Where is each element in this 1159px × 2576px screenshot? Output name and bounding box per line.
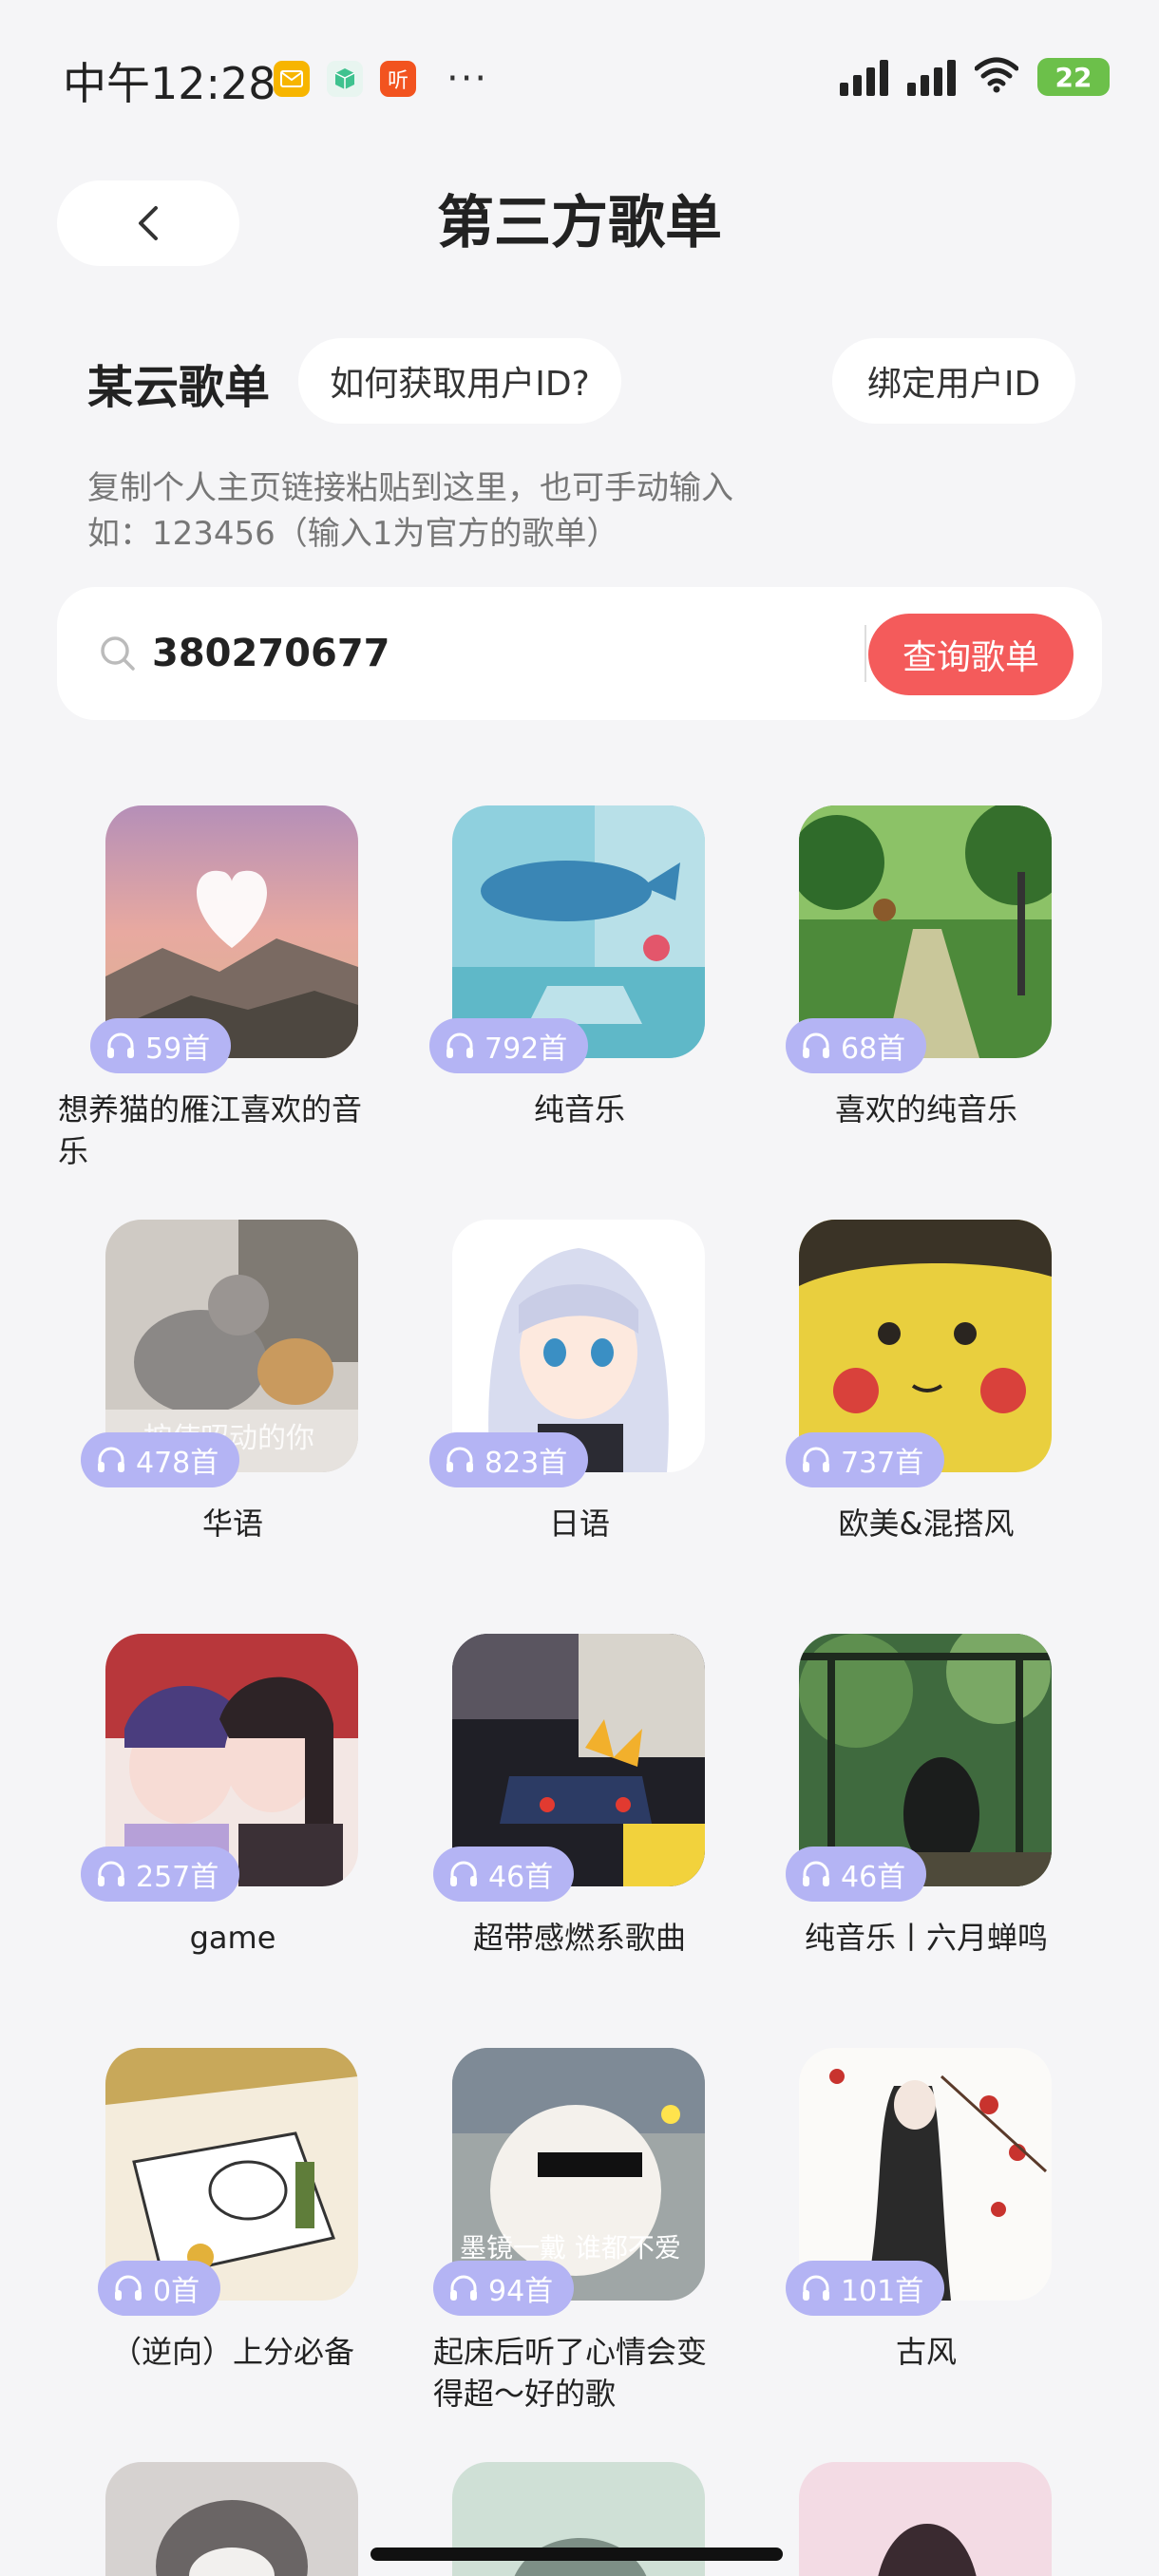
playlist-card[interactable]: 0首 （逆向）上分必备 [33,2048,375,2447]
playlist-title: 古风 [895,2334,957,2370]
play-count-badge: 94首 [433,2261,575,2316]
playlist-card[interactable]: 737首 欧美&混搭风 [727,1220,1069,1619]
playlist-title: 喜欢的纯音乐 [834,1091,1017,1127]
playlist-card[interactable]: 按使昭动的你 478首 华语 [33,1220,375,1619]
play-count: 46首 [488,1861,554,1894]
playlist-title: game [189,1920,276,1956]
cube-icon [327,61,363,97]
battery-icon: 22 [1037,58,1110,96]
playlist-title: 日语 [548,1506,610,1542]
play-count: 94首 [488,2275,554,2308]
headphones-icon [446,1032,473,1058]
hint-line-2: 如：123456（输入1为官方的歌单） [87,515,619,553]
playlist-card[interactable]: 792首 纯音乐 [380,805,722,1204]
status-time: 中午12:28 [63,58,276,109]
playlist-cover [799,2462,1052,2576]
playlist-title: 纯音乐丨六月蝉鸣 [804,1920,1048,1956]
status-bar: 中午12:28 听 ··· 22 [0,0,1159,152]
how-to-get-user-id-button[interactable]: 如何获取用户ID? [298,338,621,424]
play-count: 737首 [841,1447,924,1480]
playlist-title: 想养猫的雁江喜欢的音乐 [58,1091,363,1169]
signal-icon-2 [907,58,956,96]
playlist-title: 纯音乐 [533,1091,625,1127]
play-count: 0首 [153,2275,200,2308]
play-count: 257首 [136,1861,219,1894]
headphones-icon [115,2275,142,2301]
playlist-card[interactable]: 墨镜一戴 谁都不爱 94首 起床后听了心情会变得超～好的歌 [380,2048,722,2447]
user-id-input[interactable] [152,625,893,682]
playlist-title: 欧美&混搭风 [838,1506,1015,1542]
headphones-icon [803,1032,829,1058]
play-count: 792首 [484,1032,568,1066]
play-count: 823首 [484,1447,568,1480]
play-count: 101首 [841,2275,924,2308]
play-count: 478首 [136,1447,219,1480]
play-count-badge: 257首 [81,1847,240,1902]
playlist-card[interactable]: 257首 game [33,1634,375,2033]
section-title: 某云歌单 [87,361,271,414]
play-count-badge: 46首 [433,1847,575,1902]
input-hint: 复制个人主页链接粘贴到这里，也可手动输入 如：123456（输入1为官方的歌单） [87,465,733,557]
playlist-title: 起床后听了心情会变得超～好的歌 [433,2334,708,2412]
play-count: 59首 [145,1032,211,1066]
playlist-card[interactable]: 68首 喜欢的纯音乐 [727,805,1069,1204]
play-count-badge: 0首 [98,2261,221,2316]
signal-icon [840,58,888,96]
hint-line-1: 复制个人主页链接粘贴到这里，也可手动输入 [87,469,733,507]
headphones-icon [98,1861,124,1886]
search-box: 查询歌单 [57,587,1102,720]
play-count-badge: 792首 [429,1018,589,1073]
search-icon [101,636,135,671]
playlist-card-partial[interactable] [33,2462,375,2576]
play-count-badge: 59首 [90,1018,232,1073]
home-indicator[interactable] [370,2548,783,2561]
playlist-title: （逆向）上分必备 [110,2334,354,2370]
playlist-card[interactable]: 46首 超带感燃系歌曲 [380,1634,722,2033]
play-count-badge: 46首 [786,1847,927,1902]
play-count: 46首 [841,1861,906,1894]
headphones-icon [450,2275,477,2301]
play-count: 68首 [841,1032,906,1066]
search-divider [864,625,866,682]
play-count-badge: 478首 [81,1432,240,1487]
headphones-icon [803,1861,829,1886]
headphones-icon [446,1447,473,1472]
playlist-title: 华语 [201,1506,263,1542]
headphones-icon [450,1861,477,1886]
mail-icon [274,61,310,97]
chevron-left-icon [139,206,158,240]
bind-user-id-button[interactable]: 绑定用户ID [832,338,1075,424]
play-count-badge: 68首 [786,1018,927,1073]
playlist-title: 超带感燃系歌曲 [472,1920,686,1956]
cover-caption: 墨镜一戴 谁都不爱 [460,2232,681,2263]
query-playlist-button[interactable]: 查询歌单 [868,614,1074,695]
playlist-card[interactable]: 823首 日语 [380,1220,722,1619]
playlist-card[interactable]: 101首 古风 [727,2048,1069,2447]
status-right: 22 [840,57,1110,97]
headphones-icon [803,1447,829,1472]
headphones-icon [107,1032,134,1058]
headphones-icon [98,1447,124,1472]
notification-icons: 听 ··· [274,57,488,101]
play-count-badge: 737首 [786,1432,945,1487]
ting-app-icon: 听 [380,61,416,97]
playlist-cover [105,2462,358,2576]
more-notifications-icon: ··· [446,57,489,101]
playlist-card[interactable]: 59首 想养猫的雁江喜欢的音乐 [33,805,375,1204]
headphones-icon [803,2275,829,2301]
wifi-icon [974,57,1019,97]
playlist-card[interactable]: 46首 纯音乐丨六月蝉鸣 [727,1634,1069,2033]
play-count-badge: 823首 [429,1432,589,1487]
play-count-badge: 101首 [786,2261,945,2316]
back-button[interactable] [57,180,239,266]
